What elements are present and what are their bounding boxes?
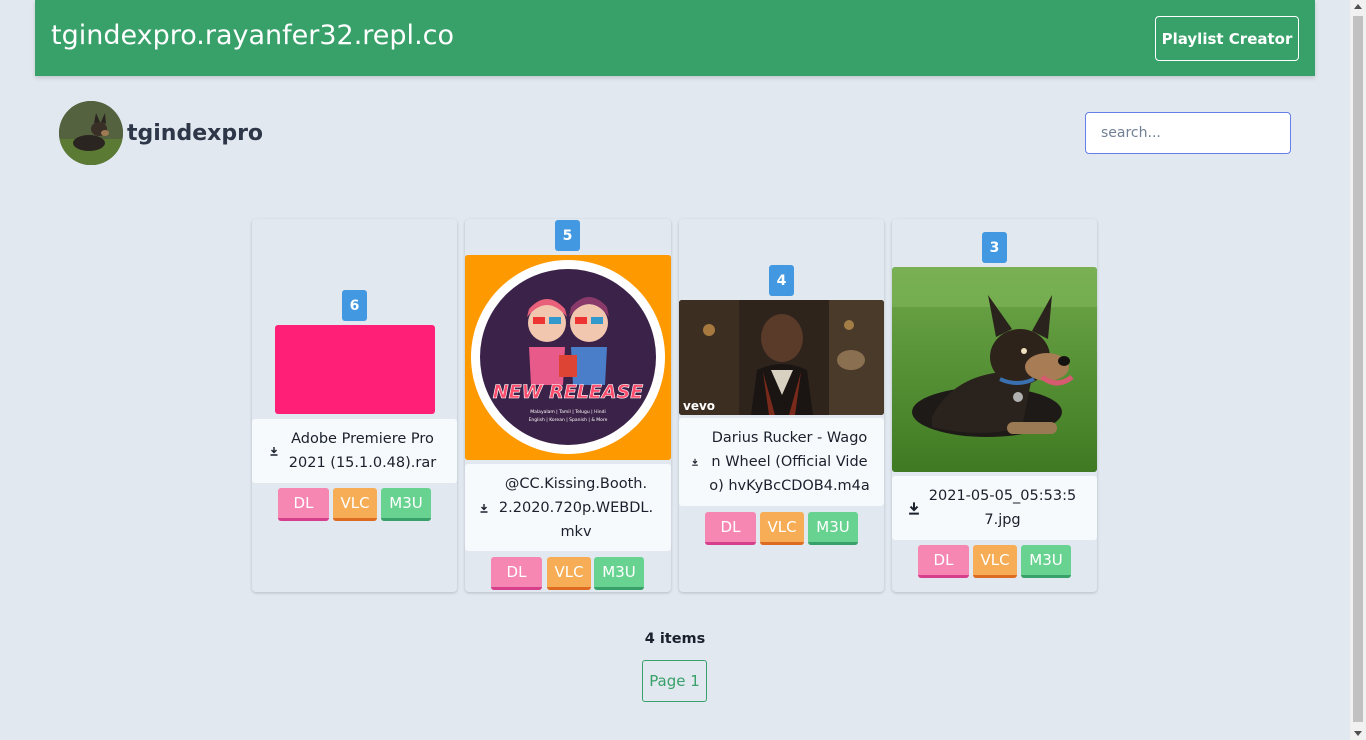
file-thumbnail[interactable]: NEW RELEASE Malayalam | Tamil | Telugu |…	[465, 255, 671, 460]
message-id-badge: 6	[342, 290, 367, 321]
file-name[interactable]: Adobe Premiere Pro 2021 (15.1.0.48).rar	[288, 427, 438, 475]
top-bar: tgindexpro.rayanfer32.repl.co Playlist C…	[35, 0, 1315, 76]
channel-avatar	[59, 101, 123, 165]
file-card[interactable]: 5 NEW RELEASE Malayalam | Tamil | Telugu…	[465, 219, 671, 592]
vlc-button[interactable]: VLC	[547, 557, 591, 590]
file-name-box: 2021-05-05_05:53:57.jpg	[892, 476, 1097, 540]
vertical-scrollbar[interactable]	[1350, 0, 1366, 740]
download-icon	[266, 446, 282, 456]
dl-button[interactable]: DL	[491, 557, 542, 590]
message-id-badge: 3	[982, 232, 1007, 263]
dl-button[interactable]: DL	[278, 488, 329, 521]
dl-button[interactable]: DL	[918, 545, 969, 578]
file-name-box: Adobe Premiere Pro 2021 (15.1.0.48).rar	[252, 419, 457, 483]
file-card[interactable]: 4 vevo Darius Rucker - Wagon Wheel (Offi…	[679, 219, 884, 592]
playlist-creator-button[interactable]: Playlist Creator	[1155, 16, 1299, 61]
file-name[interactable]: 2021-05-05_05:53:57.jpg	[928, 484, 1078, 532]
scroll-up-arrow-icon[interactable]	[1354, 4, 1362, 9]
file-thumbnail[interactable]	[275, 325, 435, 414]
site-title[interactable]: tgindexpro.rayanfer32.repl.co	[51, 20, 454, 51]
vevo-watermark: vevo	[683, 399, 715, 413]
poster-title: NEW RELEASE	[493, 381, 644, 403]
dog-photo	[892, 267, 1097, 472]
scrollbar-thumb[interactable]	[1353, 16, 1363, 722]
scroll-down-arrow-icon[interactable]	[1354, 731, 1362, 736]
message-id-badge: 4	[769, 265, 794, 296]
download-icon	[687, 458, 703, 466]
file-name-box: Darius Rucker - Wagon Wheel (Official Vi…	[679, 418, 884, 506]
vlc-button[interactable]: VLC	[333, 488, 377, 521]
m3u-button[interactable]: M3U	[1021, 545, 1071, 578]
file-card[interactable]: 6 Adobe Premiere Pro 2021 (15.1.0.48).ra…	[252, 219, 457, 592]
poster-languages: Malayalam | Tamil | Telugu | Hindi	[530, 409, 605, 415]
vlc-button[interactable]: VLC	[760, 512, 804, 545]
new-release-poster: NEW RELEASE Malayalam | Tamil | Telugu |…	[465, 255, 671, 460]
dog-avatar-image	[59, 101, 123, 165]
download-icon	[476, 503, 492, 513]
file-name[interactable]: Darius Rucker - Wagon Wheel (Official Vi…	[709, 426, 871, 498]
file-name[interactable]: @CC.Kissing.Booth.2.2020.720p.WEBDL.mkv	[498, 472, 654, 544]
file-name-box: @CC.Kissing.Booth.2.2020.720p.WEBDL.mkv	[465, 464, 671, 551]
message-id-badge: 5	[555, 220, 580, 251]
items-count: 4 items	[644, 631, 706, 647]
download-icon	[906, 501, 922, 515]
search-input[interactable]	[1085, 112, 1291, 154]
file-thumbnail[interactable]	[892, 267, 1097, 472]
music-video-frame: vevo	[679, 300, 884, 415]
file-card[interactable]: 3 2021-05-05_05:53:57.jpg DL VLC M3U	[892, 219, 1097, 592]
channel-name[interactable]: tgindexpro	[127, 121, 263, 146]
file-thumbnail[interactable]: vevo	[679, 300, 884, 415]
page-1-button[interactable]: Page 1	[642, 660, 707, 702]
vlc-button[interactable]: VLC	[973, 545, 1017, 578]
poster-languages-2: English | Korean | Spanish | & More	[529, 417, 608, 423]
m3u-button[interactable]: M3U	[808, 512, 858, 545]
m3u-button[interactable]: M3U	[381, 488, 431, 521]
m3u-button[interactable]: M3U	[594, 557, 644, 590]
dl-button[interactable]: DL	[705, 512, 756, 545]
